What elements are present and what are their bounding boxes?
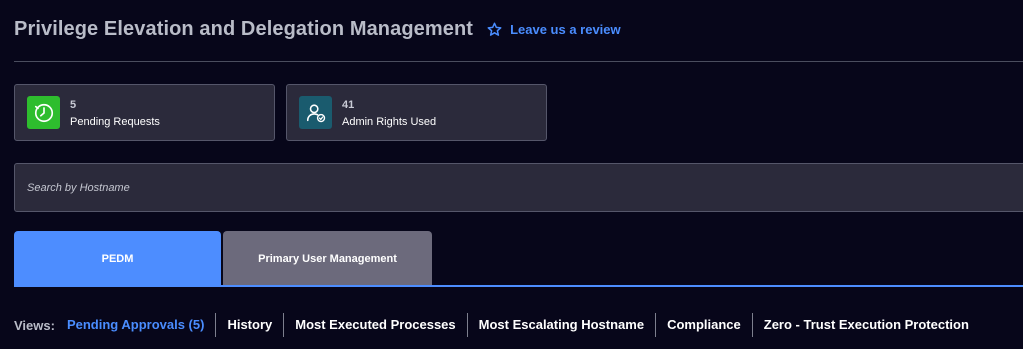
view-most-escalating-hostname[interactable]: Most Escalating Hostname: [466, 313, 655, 337]
hostname-search-input[interactable]: [15, 164, 1023, 211]
pending-requests-count: 5: [70, 99, 77, 111]
tab-pedm[interactable]: PEDM: [14, 231, 221, 286]
review-label: Leave us a review: [510, 22, 621, 37]
admin-rights-count: 41: [342, 99, 355, 111]
view-zero-trust-execution-protection[interactable]: Zero - Trust Execution Protection: [751, 313, 980, 337]
pedm-page: Privilege Elevation and Delegation Manag…: [0, 0, 1023, 349]
view-history[interactable]: History: [215, 313, 283, 337]
page-title: Privilege Elevation and Delegation Manag…: [14, 18, 474, 40]
user-admin-icon: [299, 96, 332, 129]
clock-check-icon: [27, 96, 60, 129]
star-icon: [487, 22, 502, 36]
tab-primary-user-management[interactable]: Primary User Management: [223, 231, 432, 286]
tab-underline: [14, 285, 1023, 287]
pending-requests-card[interactable]: 5 Pending Requests: [14, 84, 275, 141]
search-box: [14, 163, 1023, 212]
leave-review-link[interactable]: Leave us a review: [487, 22, 621, 37]
view-most-executed-processes[interactable]: Most Executed Processes: [283, 313, 466, 337]
pending-requests-label: Pending Requests: [70, 116, 160, 128]
view-compliance[interactable]: Compliance: [655, 313, 752, 337]
admin-rights-card[interactable]: 41 Admin Rights Used: [286, 84, 547, 141]
page-header: Privilege Elevation and Delegation Manag…: [14, 18, 621, 41]
views-bar: Views: Pending Approvals (5) History Mos…: [14, 313, 980, 337]
view-pending-approvals[interactable]: Pending Approvals (5): [67, 313, 215, 337]
views-label: Views:: [14, 317, 55, 333]
admin-rights-label: Admin Rights Used: [342, 116, 437, 128]
header-divider: [14, 61, 1023, 62]
